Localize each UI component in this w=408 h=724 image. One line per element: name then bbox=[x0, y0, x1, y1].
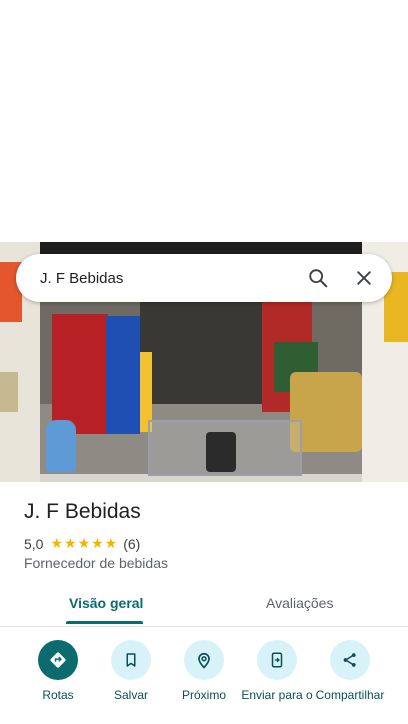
send-to-phone-button[interactable]: Enviar para o bbox=[237, 640, 317, 702]
directions-label: Rotas bbox=[42, 688, 74, 702]
nearby-icon[interactable] bbox=[184, 640, 224, 680]
map-area-blank bbox=[0, 0, 408, 242]
close-icon[interactable] bbox=[350, 264, 378, 292]
interior-back bbox=[140, 294, 270, 404]
share-icon[interactable] bbox=[330, 640, 370, 680]
search-bar[interactable]: J. F Bebidas bbox=[16, 254, 392, 302]
directions-icon[interactable] bbox=[38, 640, 78, 680]
directions-button[interactable]: Rotas bbox=[18, 640, 98, 702]
blue-crates bbox=[106, 316, 140, 434]
rating-row[interactable]: 5,0 ★★★★★ (6) bbox=[24, 535, 140, 552]
nearby-label: Próximo bbox=[181, 688, 226, 702]
share-label: Compartilhar bbox=[315, 688, 385, 702]
search-icon[interactable] bbox=[304, 264, 332, 292]
chair bbox=[206, 432, 236, 472]
red-crates bbox=[52, 314, 108, 434]
search-query[interactable]: J. F Bebidas bbox=[16, 270, 304, 287]
tab-reviews[interactable]: Avaliações bbox=[266, 595, 333, 611]
send-to-phone-icon[interactable] bbox=[257, 640, 297, 680]
water-jug bbox=[46, 420, 76, 472]
send-to-phone-label: Enviar para o bbox=[241, 688, 313, 702]
door-beam bbox=[40, 242, 362, 254]
wall-poster bbox=[0, 372, 18, 412]
place-title: J. F Bebidas bbox=[24, 500, 141, 523]
review-count: (6) bbox=[123, 535, 141, 552]
star-rating-icon: ★★★★★ bbox=[50, 535, 119, 551]
rating-value: 5,0 bbox=[24, 535, 44, 552]
share-button[interactable]: Compartilhar bbox=[310, 640, 390, 702]
tab-active-indicator bbox=[66, 621, 143, 624]
save-label: Salvar bbox=[113, 688, 148, 702]
place-category[interactable]: Fornecedor de bebidas bbox=[24, 555, 168, 571]
nearby-button[interactable]: Próximo bbox=[164, 640, 244, 702]
save-button[interactable]: Salvar bbox=[91, 640, 171, 702]
tabs-divider bbox=[0, 626, 408, 627]
bookmark-icon[interactable] bbox=[111, 640, 151, 680]
tab-overview[interactable]: Visão geral bbox=[69, 595, 143, 611]
